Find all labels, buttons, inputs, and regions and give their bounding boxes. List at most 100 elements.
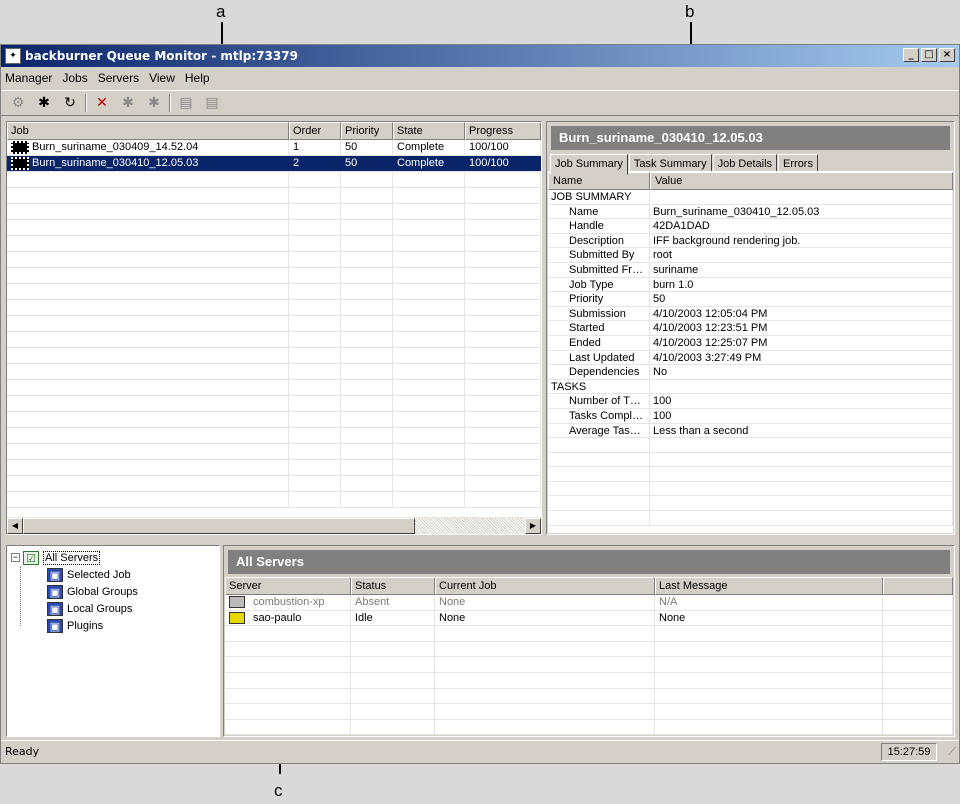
app-icon: ✦ xyxy=(5,48,21,64)
detail-row[interactable]: Number of T… 100 xyxy=(548,394,953,409)
server-status: Idle xyxy=(351,610,435,626)
column-header-last-message[interactable]: Last Message xyxy=(655,577,883,595)
column-header-server[interactable]: Server xyxy=(225,577,351,595)
detail-row[interactable]: Dependencies No xyxy=(548,365,953,380)
empty-cell xyxy=(650,452,953,467)
column-header-order[interactable]: Order xyxy=(289,122,341,140)
detail-value: Less than a second xyxy=(650,423,953,438)
detail-row[interactable]: Started 4/10/2003 12:23:51 PM xyxy=(548,321,953,336)
empty-row xyxy=(7,172,541,188)
detail-name: Number of T… xyxy=(548,394,650,408)
tab-job-summary[interactable]: Job Summary xyxy=(550,154,628,175)
scroll-thumb[interactable] xyxy=(23,517,415,534)
detail-row[interactable]: Priority 50 xyxy=(548,292,953,307)
empty-cell xyxy=(289,332,341,347)
column-header-status[interactable]: Status xyxy=(351,577,435,595)
menu-view[interactable]: View xyxy=(149,71,175,85)
empty-cell xyxy=(883,641,953,657)
job-row[interactable]: Burn_suriname_030410_12.05.03 2 50 Complete… xyxy=(7,156,541,172)
delete-job-icon[interactable]: ✕ xyxy=(91,93,113,113)
detail-row[interactable]: Name Burn_suriname_030410_12.05.03 xyxy=(548,204,953,220)
scroll-right-icon[interactable]: ▶ xyxy=(525,517,541,534)
minimize-button[interactable]: _ xyxy=(903,48,919,62)
empty-cell xyxy=(7,364,289,379)
empty-cell xyxy=(465,300,541,315)
empty-cell xyxy=(883,688,953,704)
detail-row[interactable]: Handle 42DA1DAD xyxy=(548,219,953,234)
detail-row[interactable]: Ended 4/10/2003 12:25:07 PM xyxy=(548,335,953,351)
column-header-progress[interactable]: Progress xyxy=(465,122,541,140)
server-row[interactable]: sao-paulo Idle None None xyxy=(225,610,953,627)
job-order: 2 xyxy=(289,156,341,171)
empty-cell xyxy=(393,380,465,395)
server-group-icon: ▣ xyxy=(47,584,63,599)
server-icon[interactable]: ▤ xyxy=(175,93,197,113)
empty-cell xyxy=(465,396,541,411)
collapse-icon[interactable]: − xyxy=(11,553,20,562)
detail-name: Last Updated xyxy=(548,350,650,365)
empty-cell xyxy=(393,332,465,347)
restart-job-icon[interactable]: ✱ xyxy=(117,93,139,113)
empty-cell xyxy=(650,481,953,496)
empty-cell xyxy=(7,444,289,459)
tree-children: ▣ Selected Job ▣ Global Groups ▣ Local Groups… xyxy=(11,566,219,634)
title-bar[interactable]: ✦ backburner Queue Monitor - mtlp:73379 … xyxy=(1,45,959,67)
tree-label: Global Groups xyxy=(67,585,138,598)
tree-node-global-groups[interactable]: ▣ Global Groups xyxy=(11,583,219,600)
empty-cell xyxy=(289,348,341,363)
detail-row[interactable]: Submitted By root xyxy=(548,248,953,263)
empty-row xyxy=(7,332,541,348)
maximize-button[interactable]: □ xyxy=(921,48,937,62)
detail-row[interactable]: TASKS xyxy=(548,379,953,395)
resize-grip-icon[interactable]: ⟋ xyxy=(948,745,956,759)
empty-cell xyxy=(435,704,655,719)
empty-cell xyxy=(393,412,465,427)
empty-cell xyxy=(393,236,465,251)
job-row[interactable]: Burn_suriname_030409_14.52.04 1 50 Complete… xyxy=(7,140,541,156)
empty-cell xyxy=(883,595,953,610)
server-row[interactable]: combustion-xp Absent None N/A xyxy=(225,595,953,611)
suspend-job-icon[interactable]: ✱ xyxy=(143,93,165,113)
column-header-job[interactable]: Job xyxy=(7,122,289,140)
tree-node-local-groups[interactable]: ▣ Local Groups xyxy=(11,600,219,617)
scroll-track[interactable] xyxy=(415,517,525,534)
detail-row[interactable]: JOB SUMMARY xyxy=(548,190,953,205)
detail-row[interactable]: Last Updated 4/10/2003 3:27:49 PM xyxy=(548,350,953,366)
close-button[interactable]: × xyxy=(939,48,955,62)
column-header-priority[interactable]: Priority xyxy=(341,122,393,140)
tree-node-all-servers[interactable]: − ☑ All Servers xyxy=(11,549,219,566)
scroll-left-icon[interactable]: ◀ xyxy=(7,517,23,534)
empty-cell xyxy=(7,188,289,203)
job-name-cell: Burn_suriname_030410_12.05.03 xyxy=(7,156,289,171)
server-icon xyxy=(229,611,245,624)
activate-job-icon[interactable]: ⚙ xyxy=(7,93,29,113)
column-header-state[interactable]: State xyxy=(393,122,465,140)
empty-row xyxy=(7,492,541,508)
tree-node-selected-job[interactable]: ▣ Selected Job xyxy=(11,566,219,583)
refresh-icon[interactable]: ↻ xyxy=(59,93,81,113)
menu-manager[interactable]: Manager xyxy=(5,71,52,85)
detail-row[interactable]: Description IFF background rendering job. xyxy=(548,233,953,249)
detail-row[interactable]: Submitted Fr… suriname xyxy=(548,262,953,278)
menu-jobs[interactable]: Jobs xyxy=(62,71,87,85)
menu-servers[interactable]: Servers xyxy=(98,71,139,85)
empty-cell xyxy=(548,467,650,481)
empty-cell xyxy=(650,511,953,525)
column-header-value[interactable]: Value xyxy=(650,172,953,190)
server-group-icon[interactable]: ▤ xyxy=(201,93,223,113)
detail-name: JOB SUMMARY xyxy=(548,190,650,204)
deactivate-job-icon[interactable]: ✱ xyxy=(33,93,55,113)
detail-name: Job Type xyxy=(548,277,650,292)
horizontal-scrollbar[interactable]: ◀ ▶ xyxy=(7,517,541,534)
detail-row[interactable]: Submission 4/10/2003 12:05:04 PM xyxy=(548,306,953,322)
empty-cell xyxy=(289,380,341,395)
detail-row[interactable]: Job Type burn 1.0 xyxy=(548,277,953,293)
detail-row[interactable]: Tasks Compl… 100 xyxy=(548,408,953,424)
column-header-current-job[interactable]: Current Job xyxy=(435,577,655,595)
empty-row xyxy=(7,380,541,396)
empty-cell xyxy=(289,252,341,267)
empty-cell xyxy=(393,460,465,475)
detail-row[interactable]: Average Tas… Less than a second xyxy=(548,423,953,439)
tree-node-plugins[interactable]: ▣ Plugins xyxy=(11,617,219,634)
menu-help[interactable]: Help xyxy=(185,71,210,85)
